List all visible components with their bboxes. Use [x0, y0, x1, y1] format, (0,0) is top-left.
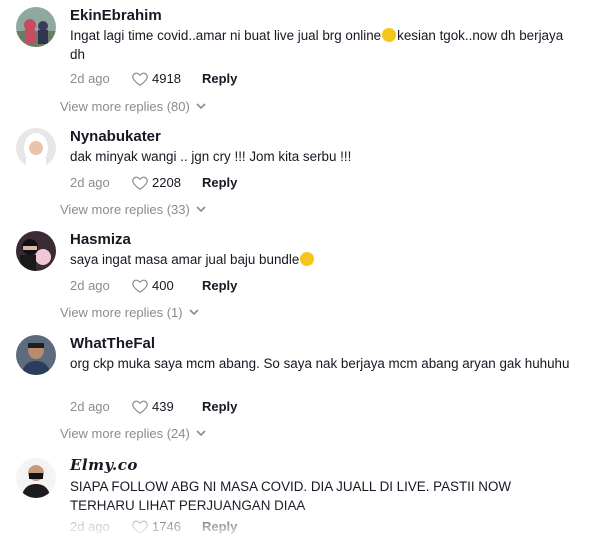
comment-date: 2d ago [70, 174, 110, 190]
view-more-replies-button[interactable]: View more replies (24) [60, 426, 206, 441]
heart-outline-icon [132, 176, 148, 190]
comment-date: 2d ago [70, 277, 110, 293]
comment-meta: 2d ago 439 Reply [70, 397, 237, 415]
like-button[interactable]: 1746 [132, 519, 202, 534]
like-count: 400 [152, 277, 174, 293]
view-more-replies-button[interactable]: View more replies (33) [60, 202, 206, 217]
comment-date: 2d ago [70, 70, 110, 86]
avatar[interactable] [16, 458, 56, 498]
like-count: 4918 [152, 70, 181, 86]
like-count: 2208 [152, 174, 181, 190]
avatar[interactable] [16, 7, 56, 47]
reply-button[interactable]: Reply [202, 519, 237, 534]
like-count: 439 [152, 398, 174, 414]
view-more-replies-button[interactable]: View more replies (80) [60, 99, 206, 114]
view-more-replies-label: View more replies (80) [60, 99, 190, 114]
comment-meta: 2d ago 2208 Reply [70, 173, 237, 191]
like-button[interactable]: 400 [132, 278, 202, 293]
like-button[interactable]: 4918 [132, 71, 202, 86]
reply-button[interactable]: Reply [202, 175, 237, 190]
comment-meta: 2d ago 4918 Reply [70, 69, 237, 87]
comment-date: 2d ago [70, 398, 110, 414]
view-more-replies-label: View more replies (24) [60, 426, 190, 441]
comment-meta: 2d ago 1746 Reply [70, 517, 237, 535]
comment-text: saya ingat masa amar jual baju bundle [70, 250, 570, 269]
reply-button[interactable]: Reply [202, 278, 237, 293]
avatar[interactable] [16, 128, 56, 168]
comment-username[interactable]: Elmy.co [70, 456, 138, 474]
comment-username[interactable]: WhatTheFal [70, 335, 155, 352]
comment-username[interactable]: Hasmiza [70, 231, 131, 248]
view-more-replies-label: View more replies (33) [60, 202, 190, 217]
pleading-face-icon [300, 252, 315, 266]
chevron-down-icon [189, 309, 199, 316]
heart-outline-icon [132, 72, 148, 86]
comment-username[interactable]: EkinEbrahim [70, 7, 162, 24]
chevron-down-icon [196, 430, 206, 437]
like-count: 1746 [152, 518, 181, 534]
reply-button[interactable]: Reply [202, 71, 237, 86]
comment-text: dak minyak wangi .. jgn cry !!! Jom kita… [70, 149, 352, 164]
heart-outline-icon [132, 279, 148, 293]
comment-text: SIAPA FOLLOW ABG NI MASA COVID. DIA JUAL… [70, 479, 512, 513]
comment-text-part: Ingat lagi time covid..amar ni buat live… [70, 28, 382, 43]
avatar[interactable] [16, 231, 56, 271]
chevron-down-icon [196, 206, 206, 213]
like-button[interactable]: 2208 [132, 175, 202, 190]
heart-outline-icon [132, 520, 148, 534]
chevron-down-icon [196, 103, 206, 110]
view-more-replies-label: View more replies (1) [60, 305, 183, 320]
comment-date: 2d ago [70, 518, 110, 534]
view-more-replies-button[interactable]: View more replies (1) [60, 305, 199, 320]
reply-button[interactable]: Reply [202, 399, 237, 414]
heart-outline-icon [132, 400, 148, 414]
comment-text: org ckp muka saya mcm abang. So saya nak… [70, 356, 570, 371]
avatar[interactable] [16, 335, 56, 375]
loudly-crying-face-icon [382, 28, 397, 42]
comment-username[interactable]: Nynabukater [70, 128, 161, 145]
comment-text-part: saya ingat masa amar jual baju bundle [70, 252, 300, 267]
like-button[interactable]: 439 [132, 399, 202, 414]
comment-text: Ingat lagi time covid..amar ni buat live… [70, 26, 570, 64]
comment-meta: 2d ago 400 Reply [70, 276, 237, 294]
